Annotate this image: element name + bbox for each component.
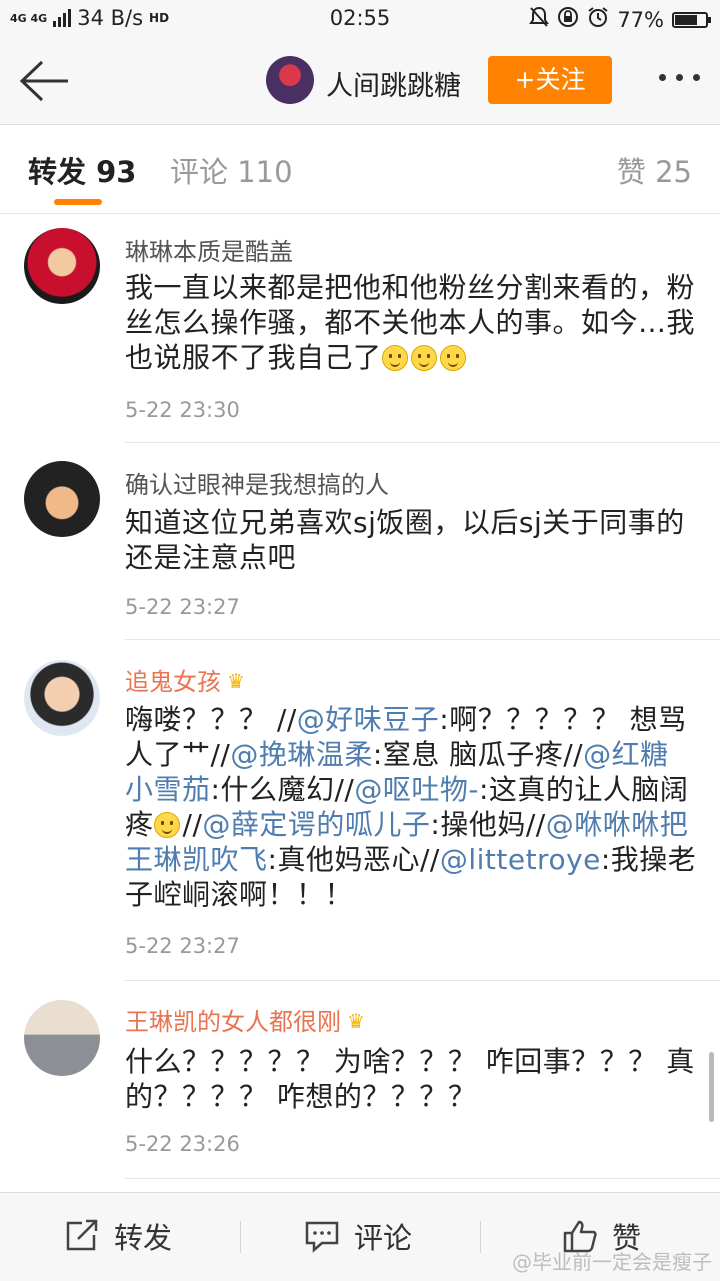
text-segment: :窒息 脑瓜子疼// bbox=[372, 738, 584, 771]
crown-icon: ♛ bbox=[227, 669, 245, 693]
divider bbox=[125, 639, 720, 640]
more-dot-icon bbox=[676, 74, 683, 81]
comment-text: 我一直以来都是把他和他粉丝分割来看的，粉丝怎么操作骚，都不关他本人的事。如今…我… bbox=[125, 270, 697, 375]
comment-text: 知道这位兄弟喜欢sj饭圈，以后sj关于同事的还是注意点吧 bbox=[125, 505, 697, 575]
tab-like[interactable]: 赞 25 bbox=[617, 149, 692, 191]
repost-button[interactable]: 转发 bbox=[64, 1215, 172, 1257]
crown-icon: ♛ bbox=[347, 1009, 365, 1033]
battery-percent: 77% bbox=[617, 7, 664, 32]
mute-bell-icon bbox=[529, 6, 550, 33]
divider bbox=[125, 980, 720, 981]
mention-link[interactable]: @挽琳温柔 bbox=[230, 738, 373, 771]
scrollbar[interactable] bbox=[709, 1052, 714, 1122]
comment-time: 5-22 23:26 bbox=[125, 1132, 240, 1156]
comment-time: 5-22 23:27 bbox=[125, 595, 240, 619]
back-arrow-icon bbox=[19, 60, 68, 102]
avatar[interactable] bbox=[24, 228, 100, 304]
text-segment: :真他妈恶心// bbox=[267, 843, 440, 876]
mention-link[interactable]: @薛定谔的呱儿子 bbox=[202, 808, 430, 841]
repost-icon bbox=[66, 1219, 98, 1251]
text-segment: :操他妈// bbox=[430, 808, 546, 841]
text-segment: :什么魔幻// bbox=[210, 773, 355, 806]
commenter-name[interactable]: 琳琳本质是酷盖 bbox=[125, 232, 293, 267]
follow-button[interactable]: +关注 bbox=[488, 56, 612, 104]
text-segment: 嗨喽？？？ // bbox=[125, 703, 297, 736]
lock-rotation-icon bbox=[557, 6, 579, 33]
divider bbox=[480, 1221, 481, 1253]
status-right: 77% bbox=[529, 6, 711, 33]
smile-emoji-icon bbox=[410, 345, 437, 371]
divider bbox=[125, 1178, 720, 1179]
tab-repost[interactable]: 转发 93 bbox=[28, 149, 136, 191]
tab-bar: 转发 93 评论 110 赞 25 bbox=[0, 125, 720, 214]
commenter-name[interactable]: 确认过眼神是我想搞的人 bbox=[125, 465, 389, 500]
commenter-name: 王琳凯的女人都很刚 bbox=[125, 1008, 341, 1036]
author-name[interactable]: 人间跳跳糖 bbox=[326, 64, 461, 103]
top-nav-bar: 人间跳跳糖 +关注 bbox=[0, 38, 720, 125]
grin-emoji-icon bbox=[153, 812, 180, 838]
comment-body: 知道这位兄弟喜欢sj饭圈，以后sj关于同事的还是注意点吧 bbox=[125, 506, 685, 574]
active-tab-indicator bbox=[54, 199, 102, 205]
text-segment: // bbox=[182, 808, 203, 841]
avatar[interactable] bbox=[24, 461, 100, 537]
divider bbox=[240, 1221, 241, 1253]
alarm-icon bbox=[587, 6, 609, 33]
comment-text: 嗨喽？？？ //@好味豆子:啊？？？？？ 想骂人了艹//@挽琳温柔:窒息 脑瓜子… bbox=[125, 702, 697, 912]
status-bar: 4G 4G 34 B/s HD 02:55 77% bbox=[0, 0, 720, 38]
comment-body: 我一直以来都是把他和他粉丝分割来看的，粉丝怎么操作骚，都不关他本人的事。如今…我… bbox=[125, 271, 696, 374]
smile-emoji-icon bbox=[439, 345, 466, 371]
more-dot-icon bbox=[659, 74, 666, 81]
mention-link[interactable]: @littetroye bbox=[440, 843, 601, 876]
watermark: @毕业前一定会是瘦子 bbox=[512, 1250, 712, 1274]
back-button[interactable] bbox=[18, 58, 70, 104]
comment-button[interactable]: 评论 bbox=[304, 1215, 412, 1257]
mention-link[interactable]: @好味豆子 bbox=[297, 703, 440, 736]
avatar[interactable] bbox=[24, 660, 100, 736]
battery-icon bbox=[672, 11, 711, 28]
comment-text: 什么？？？？？ 为啥？？？ 咋回事？？？ 真的？？？？ 咋想的？？？？ bbox=[125, 1044, 697, 1114]
comment-icon bbox=[305, 1221, 339, 1253]
comment-body: 什么？？？？？ 为啥？？？ 咋回事？？？ 真的？？？？ 咋想的？？？？ bbox=[125, 1045, 695, 1113]
more-dot-icon bbox=[693, 74, 700, 81]
more-options-button[interactable] bbox=[659, 74, 700, 81]
author-avatar[interactable] bbox=[266, 56, 314, 104]
avatar[interactable] bbox=[24, 1000, 100, 1076]
comment-time: 5-22 23:27 bbox=[125, 934, 240, 958]
comment-label: 评论 bbox=[354, 1221, 413, 1255]
commenter-name: 追鬼女孩 bbox=[125, 668, 221, 696]
mention-link[interactable]: @呕吐物- bbox=[354, 773, 479, 806]
comment-time: 5-22 23:30 bbox=[125, 398, 240, 422]
divider bbox=[125, 442, 720, 443]
smile-emoji-icon bbox=[381, 345, 408, 371]
tab-comment[interactable]: 评论 110 bbox=[170, 149, 293, 191]
commenter-name-vip[interactable]: 追鬼女孩 ♛ bbox=[125, 662, 245, 697]
commenter-name-vip[interactable]: 王琳凯的女人都很刚 ♛ bbox=[125, 1002, 365, 1037]
repost-label: 转发 bbox=[114, 1221, 173, 1255]
